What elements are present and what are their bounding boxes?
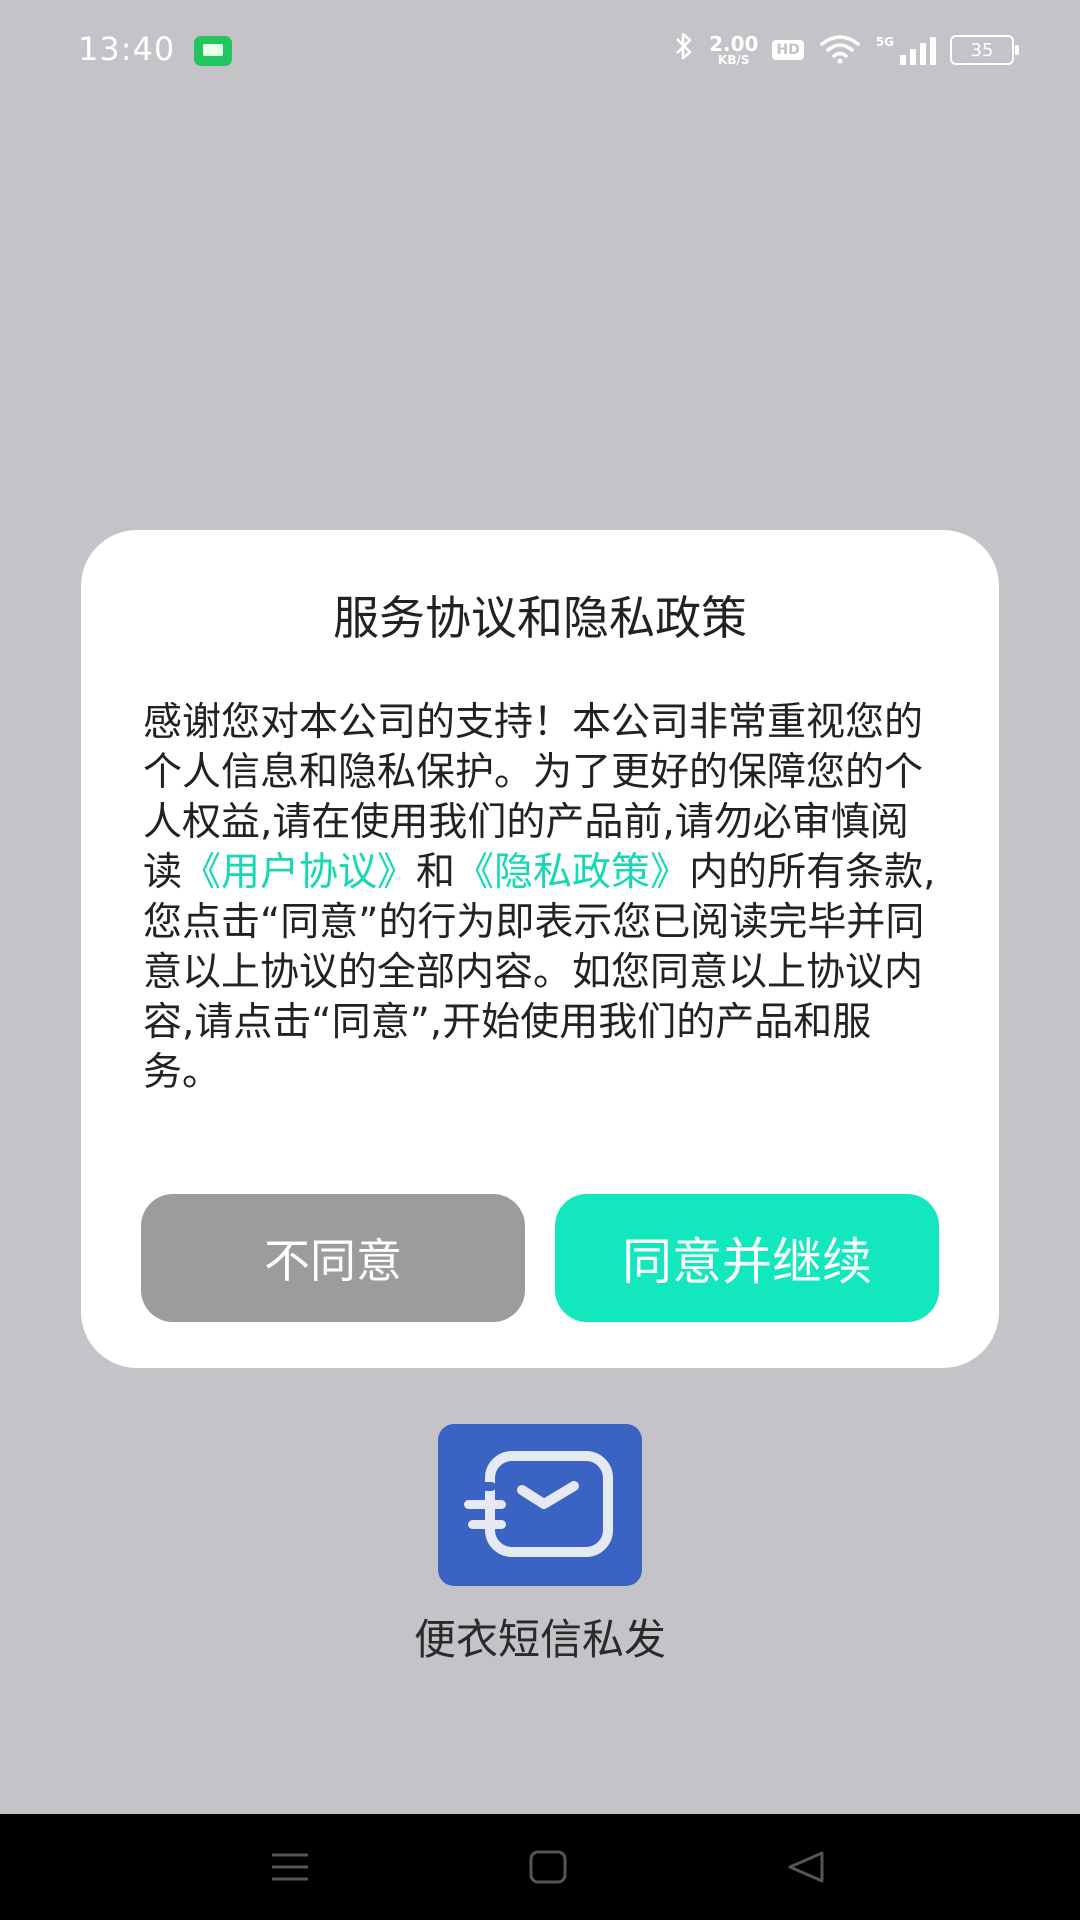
bluetooth-icon	[673, 30, 695, 70]
battery-level: 35	[970, 39, 994, 61]
privacy-policy-link[interactable]: 《隐私政策》	[455, 850, 689, 895]
disagree-button[interactable]: 不同意	[141, 1194, 525, 1322]
back-triangle-icon[interactable]	[766, 1834, 846, 1900]
status-time: 13:40	[78, 30, 176, 68]
network-speed: 2.00 KB/S	[709, 34, 758, 66]
wifi-icon	[818, 32, 862, 68]
status-bar: 13:40 2.00 KB/S HD 5G 35	[0, 0, 1080, 100]
app-icon	[438, 1424, 642, 1586]
body-text-part2: 和	[416, 850, 456, 895]
privacy-dialog: 服务协议和隐私政策 感谢您对本公司的支持！本公司非常重视您的个人信息和隐私保护。…	[81, 530, 999, 1368]
network-type-label: 5G	[875, 35, 894, 49]
app-name: 便衣短信私发	[413, 1615, 666, 1664]
status-icons: 2.00 KB/S HD 5G 35	[673, 30, 1019, 70]
network-speed-unit: KB/S	[718, 53, 750, 67]
cellular-signal-icon: 5G	[876, 35, 936, 65]
agree-continue-button[interactable]: 同意并继续	[555, 1194, 939, 1322]
battery-icon: 35	[950, 35, 1019, 65]
message-envelope-icon	[464, 1451, 613, 1557]
menu-icon[interactable]	[250, 1834, 330, 1900]
network-speed-value: 2.00	[709, 32, 759, 56]
dialog-body: 感谢您对本公司的支持！本公司非常重视您的个人信息和隐私保护。为了更好的保障您的个…	[143, 698, 939, 1098]
dialog-title: 服务协议和隐私政策	[333, 591, 747, 645]
user-agreement-link[interactable]: 《用户协议》	[182, 850, 416, 895]
hd-badge: HD	[772, 40, 804, 60]
navigation-bar	[0, 1814, 1080, 1920]
message-notification-icon	[194, 36, 232, 66]
home-square-icon[interactable]	[508, 1834, 588, 1900]
